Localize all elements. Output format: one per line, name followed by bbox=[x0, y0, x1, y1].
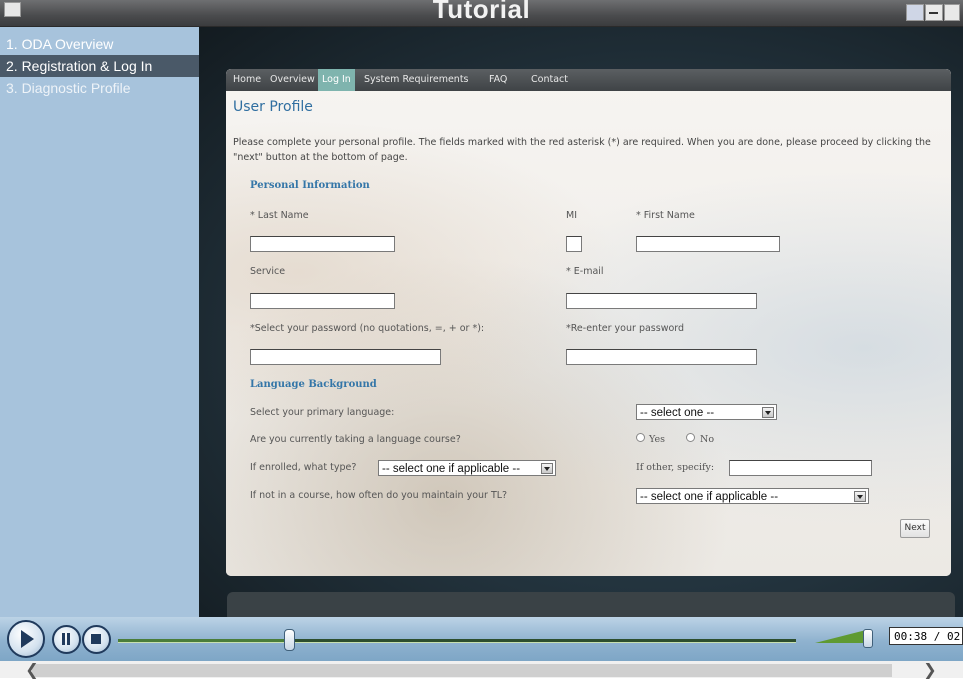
service-input[interactable] bbox=[250, 293, 395, 309]
nav-system-requirements[interactable]: System Requirements bbox=[364, 69, 469, 91]
mi-label: MI bbox=[566, 210, 577, 221]
play-button[interactable] bbox=[7, 620, 45, 658]
seek-bar[interactable] bbox=[118, 639, 796, 643]
print-icon[interactable] bbox=[906, 4, 924, 21]
web-page-panel: Home Overview Log In System Requirements… bbox=[226, 69, 951, 576]
reenter-password-label: *Re-enter your password bbox=[566, 323, 685, 334]
volume-level bbox=[815, 629, 870, 643]
email-input[interactable] bbox=[566, 293, 757, 309]
close-icon[interactable] bbox=[944, 4, 960, 21]
mi-input[interactable] bbox=[566, 236, 582, 252]
primary-language-select[interactable]: -- select one -- bbox=[636, 404, 777, 420]
window-title: Tutorial bbox=[432, 0, 531, 24]
title-bar: Tutorial bbox=[0, 0, 963, 27]
pause-button[interactable] bbox=[52, 625, 81, 654]
nav-overview[interactable]: Overview bbox=[270, 69, 315, 91]
enrolled-type-select[interactable]: -- select one if applicable -- bbox=[378, 460, 556, 476]
maintain-tl-select[interactable]: -- select one if applicable -- bbox=[636, 488, 869, 504]
next-button[interactable]: Next bbox=[900, 519, 930, 538]
seek-thumb[interactable] bbox=[283, 629, 295, 651]
player-controls: 00:38 / 02: bbox=[0, 617, 963, 661]
chevron-down-icon bbox=[854, 491, 866, 502]
other-specify-input[interactable] bbox=[729, 460, 872, 476]
last-name-input[interactable] bbox=[250, 236, 395, 252]
horizontal-scrollbar[interactable]: ❮ ❯ bbox=[0, 661, 963, 678]
stop-button[interactable] bbox=[82, 625, 111, 654]
volume-slider[interactable] bbox=[815, 629, 870, 643]
video-stage: Home Overview Log In System Requirements… bbox=[199, 27, 963, 622]
chapter-sidebar: 1. ODA Overview 2. Registration & Log In… bbox=[0, 27, 199, 617]
nav-log-in[interactable]: Log In bbox=[318, 69, 355, 91]
scroll-left-icon[interactable]: ❮ bbox=[22, 661, 42, 678]
primary-language-label: Select your primary language: bbox=[250, 407, 395, 418]
chevron-down-icon bbox=[762, 407, 774, 418]
primary-language-value: -- select one -- bbox=[640, 407, 715, 419]
first-name-input[interactable] bbox=[636, 236, 780, 252]
service-label: Service bbox=[250, 266, 286, 277]
password-input[interactable] bbox=[250, 349, 441, 365]
maintain-tl-value: -- select one if applicable -- bbox=[640, 491, 779, 503]
time-display: 00:38 / 02: bbox=[889, 627, 963, 645]
sidebar-item-registration[interactable]: 2. Registration & Log In bbox=[0, 55, 199, 77]
other-specify-label: If other, specify: bbox=[636, 462, 715, 473]
site-navbar: Home Overview Log In System Requirements… bbox=[226, 69, 951, 91]
nav-home[interactable]: Home bbox=[233, 69, 261, 91]
yes-label: Yes bbox=[649, 434, 665, 445]
personal-info-heading: Personal Information bbox=[250, 180, 370, 191]
scrollbar-thumb[interactable] bbox=[32, 664, 892, 677]
volume-thumb[interactable] bbox=[863, 629, 873, 648]
email-label: * E-mail bbox=[566, 266, 604, 277]
no-radio[interactable] bbox=[686, 433, 695, 442]
no-label: No bbox=[700, 434, 715, 445]
sidebar-item-diagnostic-profile[interactable]: 3. Diagnostic Profile bbox=[0, 77, 199, 99]
minimize-icon[interactable] bbox=[925, 4, 943, 21]
last-name-label: * Last Name bbox=[250, 210, 309, 221]
intro-text: Please complete your personal profile. T… bbox=[233, 137, 931, 163]
page-title: User Profile bbox=[233, 99, 313, 115]
seek-progress bbox=[118, 639, 288, 642]
chevron-down-icon bbox=[541, 463, 553, 474]
enrolled-type-value: -- select one if applicable -- bbox=[382, 463, 521, 475]
enrolled-type-label: If enrolled, what type? bbox=[250, 462, 357, 473]
password-label: *Select your password (no quotations, =,… bbox=[250, 323, 485, 334]
maintain-tl-label: If not in a course, how often do you mai… bbox=[250, 490, 508, 501]
nav-contact[interactable]: Contact bbox=[531, 69, 568, 91]
nav-faq[interactable]: FAQ bbox=[489, 69, 507, 91]
language-heading: Language Background bbox=[250, 379, 377, 390]
yes-radio[interactable] bbox=[636, 433, 645, 442]
reenter-password-input[interactable] bbox=[566, 349, 757, 365]
scroll-right-icon[interactable]: ❯ bbox=[920, 661, 940, 678]
sidebar-item-oda-overview[interactable]: 1. ODA Overview bbox=[0, 33, 199, 55]
first-name-label: * First Name bbox=[636, 210, 695, 221]
course-question-label: Are you currently taking a language cour… bbox=[250, 434, 461, 445]
